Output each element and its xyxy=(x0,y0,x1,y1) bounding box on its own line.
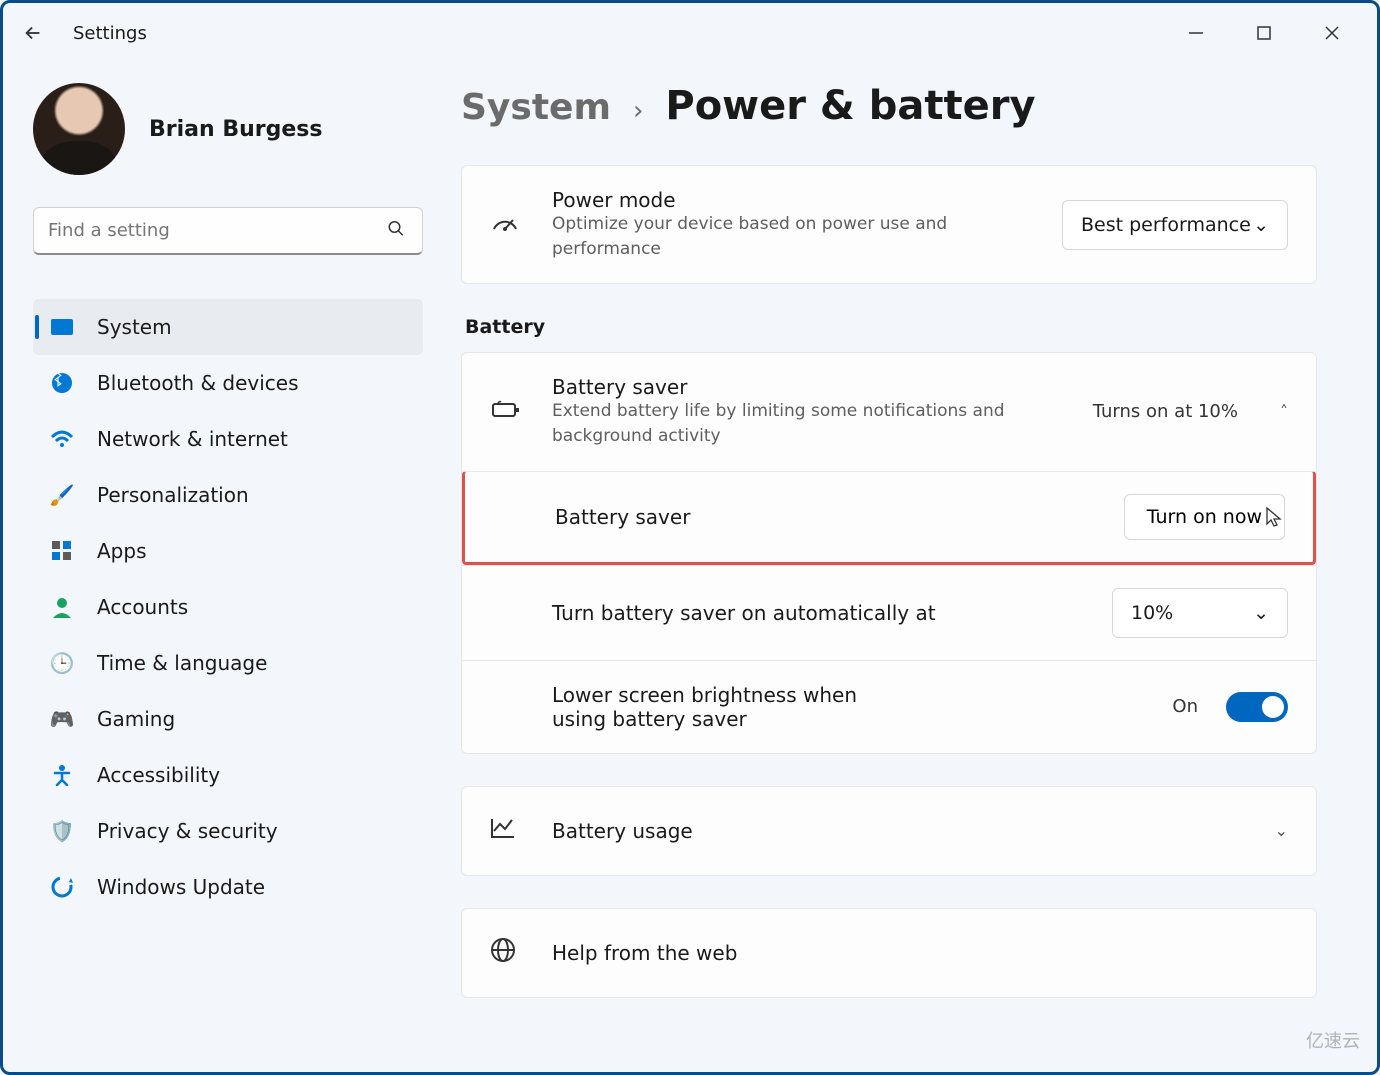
battery-usage-label: Battery usage xyxy=(552,819,1233,843)
auto-on-row: Turn battery saver on automatically at 1… xyxy=(462,565,1316,660)
search-input[interactable] xyxy=(33,207,423,255)
chevron-up-icon: ˄ xyxy=(1280,402,1288,421)
apps-icon xyxy=(49,541,75,561)
minimize-button[interactable] xyxy=(1181,18,1211,48)
accessibility-icon xyxy=(49,764,75,786)
breadcrumb: System › Power & battery xyxy=(461,83,1317,129)
battery-saver-header[interactable]: Battery saver Extend battery life by lim… xyxy=(462,353,1316,470)
page-title: Power & battery xyxy=(665,83,1035,129)
chart-icon xyxy=(490,817,524,845)
close-button[interactable] xyxy=(1317,18,1347,48)
user-name: Brian Burgess xyxy=(149,117,322,142)
lower-brightness-label: Lower screen brightness when using batte… xyxy=(552,683,912,731)
power-mode-value: Best performance xyxy=(1081,214,1251,236)
sidebar-item-label: Gaming xyxy=(97,707,175,731)
power-mode-title: Power mode xyxy=(552,188,1034,212)
toggle-state: On xyxy=(1172,696,1198,717)
chevron-down-icon: ⌄ xyxy=(1253,602,1269,624)
back-button[interactable] xyxy=(13,13,53,53)
system-icon xyxy=(49,318,75,336)
shield-icon: 🛡️ xyxy=(49,819,75,843)
power-mode-select[interactable]: Best performance ⌄ xyxy=(1062,200,1288,250)
sidebar-item-apps[interactable]: Apps xyxy=(33,523,423,579)
chevron-down-icon: ⌄ xyxy=(1275,821,1288,840)
chevron-right-icon: › xyxy=(633,96,643,126)
sidebar-item-privacy[interactable]: 🛡️ Privacy & security xyxy=(33,803,423,859)
bluetooth-icon xyxy=(49,372,75,394)
sidebar-item-label: Apps xyxy=(97,539,147,563)
battery-saver-title: Battery saver xyxy=(552,375,1065,399)
maximize-button[interactable] xyxy=(1249,18,1279,48)
sidebar-item-network[interactable]: Network & internet xyxy=(33,411,423,467)
sidebar-item-label: Time & language xyxy=(97,651,267,675)
battery-saver-status: Turns on at 10% xyxy=(1093,401,1238,422)
sidebar-item-bluetooth[interactable]: Bluetooth & devices xyxy=(33,355,423,411)
sidebar-item-label: Privacy & security xyxy=(97,819,278,843)
avatar[interactable] xyxy=(33,83,125,175)
sidebar-item-label: Accessibility xyxy=(97,763,220,787)
sidebar-item-accessibility[interactable]: Accessibility xyxy=(33,747,423,803)
sidebar-item-label: Accounts xyxy=(97,595,188,619)
power-mode-desc: Optimize your device based on power use … xyxy=(552,212,1012,261)
help-row[interactable]: Help from the web xyxy=(462,909,1316,997)
sidebar-item-system[interactable]: System xyxy=(33,299,423,355)
sidebar-item-personalization[interactable]: 🖌️ Personalization xyxy=(33,467,423,523)
globe-icon: 🕒 xyxy=(49,651,75,675)
lower-brightness-row: Lower screen brightness when using batte… xyxy=(462,660,1316,753)
gaming-icon: 🎮 xyxy=(49,707,75,731)
breadcrumb-parent[interactable]: System xyxy=(461,87,611,128)
battery-usage-row[interactable]: Battery usage ⌄ xyxy=(462,787,1316,875)
turn-on-now-button[interactable]: Turn on now xyxy=(1124,494,1285,540)
power-mode-row[interactable]: Power mode Optimize your device based on… xyxy=(462,166,1316,283)
sidebar-item-label: Network & internet xyxy=(97,427,288,451)
paintbrush-icon: 🖌️ xyxy=(49,483,75,507)
sidebar-item-label: Personalization xyxy=(97,483,249,507)
sidebar-item-label: Windows Update xyxy=(97,875,265,899)
auto-on-select[interactable]: 10% ⌄ xyxy=(1112,588,1288,638)
battery-saver-action-row: Battery saver Turn on now xyxy=(462,471,1316,565)
sidebar-item-label: System xyxy=(97,315,172,339)
help-label: Help from the web xyxy=(552,941,1288,965)
sidebar-item-gaming[interactable]: 🎮 Gaming xyxy=(33,691,423,747)
search-icon xyxy=(387,220,405,243)
sidebar-item-time[interactable]: 🕒 Time & language xyxy=(33,635,423,691)
battery-saver-icon xyxy=(490,398,524,426)
battery-saver-label: Battery saver xyxy=(555,505,1096,529)
account-icon xyxy=(49,596,75,618)
lower-brightness-toggle[interactable] xyxy=(1226,692,1288,722)
web-help-icon xyxy=(490,937,524,969)
auto-on-value: 10% xyxy=(1131,602,1173,624)
app-title: Settings xyxy=(73,23,147,44)
wifi-icon xyxy=(49,429,75,449)
update-icon xyxy=(49,876,75,898)
battery-heading: Battery xyxy=(465,316,1317,338)
chevron-down-icon: ⌄ xyxy=(1253,214,1269,236)
watermark: 亿速云 xyxy=(1306,1027,1360,1053)
gauge-icon xyxy=(490,211,524,239)
battery-saver-desc: Extend battery life by limiting some not… xyxy=(552,399,1012,448)
sidebar-item-label: Bluetooth & devices xyxy=(97,371,299,395)
auto-on-label: Turn battery saver on automatically at xyxy=(552,601,1084,625)
sidebar-item-update[interactable]: Windows Update xyxy=(33,859,423,915)
sidebar-item-accounts[interactable]: Accounts xyxy=(33,579,423,635)
